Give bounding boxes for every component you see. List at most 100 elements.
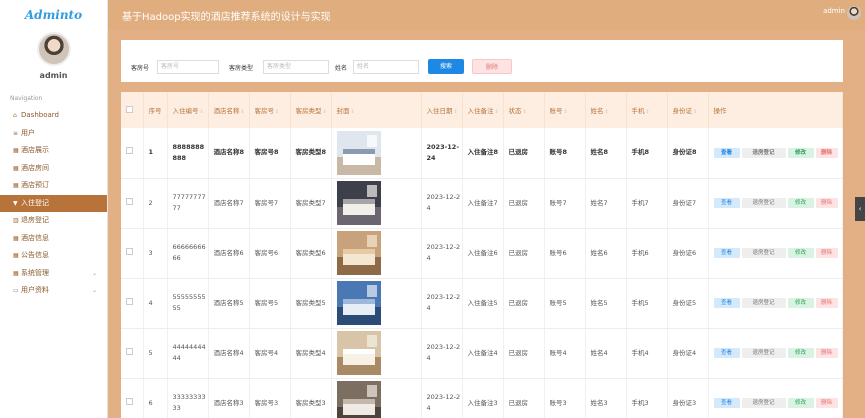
top-user-name[interactable]: admin xyxy=(823,7,845,15)
row-select-cell[interactable] xyxy=(121,328,144,379)
cover-image xyxy=(331,178,422,229)
sidebar-item-8[interactable]: ▦ 公告信息 xyxy=(0,247,107,265)
sidebar-item-1[interactable]: ≡ 用户 xyxy=(0,125,107,143)
sort-icon[interactable]: ⇕ xyxy=(454,109,458,115)
column-header[interactable]: 封面⇕ xyxy=(331,92,422,128)
sidebar-item-10[interactable]: ▭ 用户资料 ⌄ xyxy=(0,282,107,300)
column-header[interactable]: 入住日期⇕ xyxy=(421,92,463,128)
checkout-button[interactable]: 退房登记 xyxy=(741,198,786,208)
column-header[interactable]: 客房号⇕ xyxy=(249,92,291,128)
delete-row-button[interactable]: 删除 xyxy=(815,398,838,408)
sort-icon[interactable]: ⇕ xyxy=(275,109,279,115)
checkout-button[interactable]: 退房登记 xyxy=(741,147,786,158)
column-header[interactable]: 入住编号⇕ xyxy=(167,92,209,128)
edit-button[interactable]: 修改 xyxy=(787,298,814,308)
sort-icon[interactable]: ⇕ xyxy=(200,109,204,115)
sort-icon[interactable]: ⇕ xyxy=(523,109,527,115)
table-row[interactable]: 3 6666666666 酒店名称6 客房号6 客房类型6 2023-12-24 入住备注6… xyxy=(121,228,843,279)
column-header[interactable]: 身份证⇕ xyxy=(667,92,709,128)
sidebar-item-6[interactable]: ▥ 退房登记 xyxy=(0,212,107,230)
user-avatar[interactable] xyxy=(36,32,71,66)
sort-icon[interactable]: ⇕ xyxy=(241,109,245,115)
sidebar-item-7[interactable]: ▦ 酒店信息 xyxy=(0,230,107,248)
table-row[interactable]: 5 4444444444 酒店名称4 客房号4 客房类型4 2023-12-24 入住备注4… xyxy=(121,328,843,379)
checkout-button[interactable]: 退房登记 xyxy=(741,348,786,358)
sort-icon[interactable]: ⇕ xyxy=(646,109,650,115)
row-actions: 查看 退房登记 修改 删除 xyxy=(708,328,843,379)
row-checkbox[interactable] xyxy=(126,197,133,205)
edit-button[interactable]: 修改 xyxy=(787,348,814,358)
search-button[interactable]: 搜索 xyxy=(428,59,464,74)
table-row[interactable]: 1 8888888888 酒店名称8 客房号8 客房类型8 2023-12-24 入住备注8… xyxy=(121,128,843,179)
sort-icon[interactable]: ⇕ xyxy=(605,109,609,115)
column-header[interactable]: 客房类型⇕ xyxy=(290,92,332,128)
column-header[interactable]: 酒店名称⇕ xyxy=(208,92,250,128)
cell-status: 已退房 xyxy=(503,228,545,279)
cell-type: 客房类型5 xyxy=(290,278,332,329)
name-input[interactable]: 姓名 xyxy=(353,60,419,74)
edit-button[interactable]: 修改 xyxy=(787,248,814,258)
view-button[interactable]: 查看 xyxy=(713,248,740,258)
row-select-cell[interactable] xyxy=(121,378,144,418)
grid-icon: ▦ xyxy=(13,234,19,242)
sidebar-item-4[interactable]: ▦ 酒店预订 xyxy=(0,177,107,195)
row-checkbox[interactable] xyxy=(126,297,133,305)
row-select-cell[interactable] xyxy=(121,178,144,229)
sidebar-item-2[interactable]: ▦ 酒店展示 xyxy=(0,142,107,160)
sort-icon[interactable]: ⇕ xyxy=(323,109,327,115)
sidebar-item-3[interactable]: ▦ 酒店房间 xyxy=(0,160,107,178)
edit-button[interactable]: 修改 xyxy=(787,398,814,408)
column-header[interactable]: 入住备注⇕ xyxy=(462,92,504,128)
brand-logo[interactable]: Adminto xyxy=(0,0,107,30)
checkout-button[interactable]: 退房登记 xyxy=(741,248,786,258)
table-row[interactable]: 4 5555555555 酒店名称5 客房号5 客房类型5 2023-12-24 入住备注5… xyxy=(121,278,843,329)
column-header[interactable]: 账号⇕ xyxy=(544,92,586,128)
room-no-input[interactable]: 客房号 xyxy=(157,60,219,74)
table-row[interactable]: 2 7777777777 酒店名称7 客房号7 客房类型7 2023-12-24 入住备注7… xyxy=(121,178,843,229)
table-row[interactable]: 6 3333333333 酒店名称3 客房号3 客房类型3 2023-12-24 入住备注3… xyxy=(121,378,843,418)
edit-button[interactable]: 修改 xyxy=(787,198,814,208)
select-all-header[interactable] xyxy=(121,92,144,128)
row-checkbox[interactable] xyxy=(126,397,133,405)
delete-row-button[interactable]: 删除 xyxy=(815,147,838,158)
sort-icon[interactable]: ⇕ xyxy=(564,109,568,115)
view-button[interactable]: 查看 xyxy=(713,147,740,158)
sidebar-item-9[interactable]: ▦ 系统管理 ⌄ xyxy=(0,265,107,283)
row-select-cell[interactable] xyxy=(121,128,144,179)
view-button[interactable]: 查看 xyxy=(713,348,740,358)
column-header[interactable]: 状态⇕ xyxy=(503,92,545,128)
room-type-input[interactable]: 客房类型 xyxy=(263,60,329,74)
delete-row-button[interactable]: 删除 xyxy=(815,348,838,358)
delete-row-button[interactable]: 删除 xyxy=(815,248,838,258)
view-button[interactable]: 查看 xyxy=(713,398,740,408)
column-header[interactable]: 姓名⇕ xyxy=(585,92,627,128)
delete-row-button[interactable]: 删除 xyxy=(815,198,838,208)
column-header[interactable]: 操作 xyxy=(708,92,843,128)
view-button[interactable]: 查看 xyxy=(713,298,740,308)
delete-row-button[interactable]: 删除 xyxy=(815,298,838,308)
row-checkbox[interactable] xyxy=(126,247,133,255)
sort-icon[interactable]: ⇕ xyxy=(495,109,499,115)
delete-button[interactable]: 删除 xyxy=(472,59,512,74)
sort-icon[interactable]: ⇕ xyxy=(693,109,697,115)
row-select-cell[interactable] xyxy=(121,228,144,279)
select-all-checkbox[interactable] xyxy=(126,105,133,113)
side-panel-toggle[interactable]: ‹ xyxy=(855,197,865,221)
sort-icon[interactable]: ⇕ xyxy=(351,109,355,115)
top-avatar[interactable] xyxy=(847,6,861,20)
view-button[interactable]: 查看 xyxy=(713,198,740,208)
edit-button[interactable]: 修改 xyxy=(787,147,814,158)
sidebar-item-0[interactable]: ⌂ Dashboard xyxy=(0,107,107,125)
cell-type: 客房类型6 xyxy=(290,228,332,279)
sidebar-item-5[interactable]: ▼ 入住登记 xyxy=(0,194,107,212)
row-select-cell[interactable] xyxy=(121,278,144,329)
cell-no: 5 xyxy=(143,328,168,379)
column-header[interactable]: 手机⇕ xyxy=(626,92,668,128)
checkout-button[interactable]: 退房登记 xyxy=(741,398,786,408)
column-header[interactable]: 序号 xyxy=(143,92,168,128)
row-actions: 查看 退房登记 修改 删除 xyxy=(708,278,843,329)
room-type-label: 客房类型 xyxy=(229,65,254,72)
checkout-button[interactable]: 退房登记 xyxy=(741,298,786,308)
row-checkbox[interactable] xyxy=(126,347,133,355)
row-checkbox[interactable] xyxy=(126,147,133,155)
